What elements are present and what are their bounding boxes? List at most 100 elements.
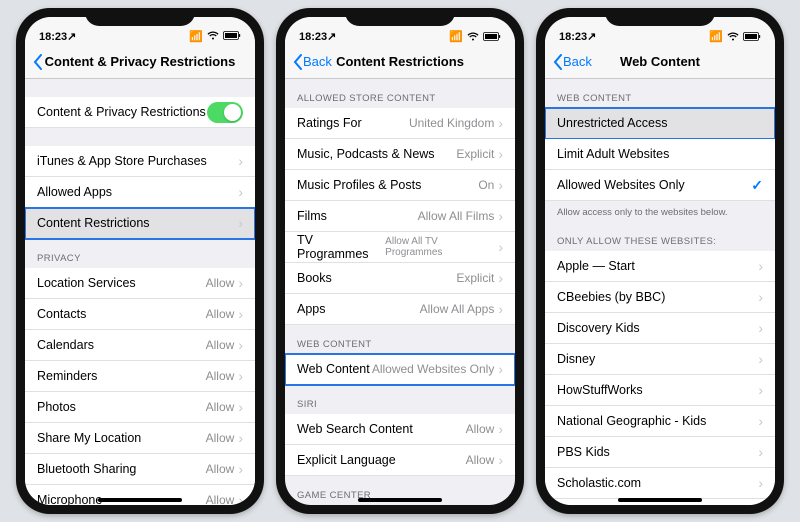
- back-label: Back: [563, 54, 592, 69]
- status-icons: 📶: [189, 30, 241, 43]
- option-limit-adult[interactable]: Limit Adult Websites: [545, 139, 775, 170]
- row-location-services[interactable]: Location ServicesAllow›: [25, 268, 255, 299]
- chevron-right-icon: ›: [498, 302, 503, 316]
- location-icon: ↗: [67, 31, 76, 43]
- row-films[interactable]: FilmsAllow All Films›: [285, 201, 515, 232]
- section-header-wc: WEB CONTENT: [545, 79, 775, 108]
- phone-frame-3: 18:23↗ 📶 Back Web Content WEB CONTENT Un…: [536, 8, 784, 514]
- battery-icon: [743, 32, 761, 41]
- content: Content & Privacy Restrictions iTunes & …: [25, 79, 255, 505]
- site-row[interactable]: Apple — Start›: [545, 251, 775, 282]
- chevron-right-icon: ›: [238, 493, 243, 505]
- section-header-privacy: PRIVACY: [25, 239, 255, 268]
- site-row[interactable]: Discovery Kids›: [545, 313, 775, 344]
- row-apps[interactable]: AppsAllow All Apps›: [285, 294, 515, 325]
- wifi-icon: [727, 32, 739, 41]
- nav-title: Content & Privacy Restrictions: [25, 54, 255, 69]
- chevron-right-icon: ›: [238, 431, 243, 445]
- signal-icon: 📶: [709, 30, 723, 43]
- wifi-icon: [207, 31, 219, 43]
- chevron-right-icon: ›: [238, 307, 243, 321]
- row-microphone[interactable]: MicrophoneAllow›: [25, 485, 255, 505]
- chevron-right-icon: ›: [238, 185, 243, 199]
- back-button[interactable]: Back: [293, 54, 332, 70]
- chevron-right-icon: ›: [238, 462, 243, 476]
- chevron-right-icon: ›: [498, 209, 503, 223]
- screen-2: 18:23↗ 📶 Back Content Restrictions ALLOW…: [285, 17, 515, 505]
- row-label: Content & Privacy Restrictions: [37, 105, 206, 119]
- section-header-store: ALLOWED STORE CONTENT: [285, 79, 515, 108]
- chevron-left-icon: [553, 54, 563, 70]
- row-itunes-purchases[interactable]: iTunes & App Store Purchases›: [25, 146, 255, 177]
- row-share-location[interactable]: Share My LocationAllow›: [25, 423, 255, 454]
- row-ratings-for[interactable]: Ratings ForUnited Kingdom›: [285, 108, 515, 139]
- back-button[interactable]: [33, 54, 43, 70]
- checkmark-icon: ✓: [751, 177, 763, 194]
- chevron-right-icon: ›: [498, 147, 503, 161]
- wifi-icon: [467, 32, 479, 41]
- row-reminders[interactable]: RemindersAllow›: [25, 361, 255, 392]
- chevron-right-icon: ›: [238, 400, 243, 414]
- chevron-left-icon: [293, 54, 303, 70]
- notch: [605, 8, 715, 26]
- home-indicator[interactable]: [358, 498, 442, 502]
- screen-3: 18:23↗ 📶 Back Web Content WEB CONTENT Un…: [545, 17, 775, 505]
- notch: [345, 8, 455, 26]
- site-row[interactable]: CBeebies (by BBC)›: [545, 282, 775, 313]
- section-header-allow: ONLY ALLOW THESE WEBSITES:: [545, 222, 775, 251]
- row-explicit-lang[interactable]: Explicit LanguageAllow›: [285, 445, 515, 476]
- chevron-right-icon: ›: [498, 271, 503, 285]
- nav-bar: Content & Privacy Restrictions: [25, 45, 255, 79]
- row-photos[interactable]: PhotosAllow›: [25, 392, 255, 423]
- chevron-right-icon: ›: [238, 338, 243, 352]
- signal-icon: 📶: [189, 30, 203, 43]
- chevron-right-icon: ›: [238, 369, 243, 383]
- chevron-right-icon: ›: [758, 321, 763, 335]
- row-web-search[interactable]: Web Search ContentAllow›: [285, 414, 515, 445]
- row-music-profiles[interactable]: Music Profiles & PostsOn›: [285, 170, 515, 201]
- site-row[interactable]: National Geographic - Kids›: [545, 406, 775, 437]
- row-contacts[interactable]: ContactsAllow›: [25, 299, 255, 330]
- chevron-right-icon: ›: [758, 290, 763, 304]
- back-label: Back: [303, 54, 332, 69]
- toggle-row-restrictions[interactable]: Content & Privacy Restrictions: [25, 97, 255, 128]
- option-allowed-only[interactable]: Allowed Websites Only✓: [545, 170, 775, 201]
- chevron-right-icon: ›: [758, 352, 763, 366]
- status-time: 18:23: [39, 31, 67, 43]
- chevron-right-icon: ›: [498, 240, 503, 254]
- home-indicator[interactable]: [98, 498, 182, 502]
- chevron-right-icon: ›: [498, 178, 503, 192]
- section-header-siri: SIRI: [285, 385, 515, 414]
- content: ALLOWED STORE CONTENT Ratings ForUnited …: [285, 79, 515, 505]
- chevron-right-icon: ›: [498, 453, 503, 467]
- chevron-right-icon: ›: [758, 383, 763, 397]
- section-footer: Allow access only to the websites below.: [545, 201, 775, 222]
- screen-1: 18:23↗ 📶 Content & Privacy Restrictions …: [25, 17, 255, 505]
- content: WEB CONTENT Unrestricted Access Limit Ad…: [545, 79, 775, 505]
- row-tv[interactable]: TV ProgrammesAllow All TV Programmes›: [285, 232, 515, 263]
- row-content-restrictions[interactable]: Content Restrictions›: [25, 208, 255, 239]
- site-row[interactable]: Disney›: [545, 344, 775, 375]
- battery-icon: [483, 32, 501, 41]
- site-row[interactable]: PBS Kids›: [545, 437, 775, 468]
- chevron-right-icon: ›: [758, 259, 763, 273]
- row-web-content[interactable]: Web ContentAllowed Websites Only›: [285, 354, 515, 385]
- row-calendars[interactable]: CalendarsAllow›: [25, 330, 255, 361]
- phone-frame-2: 18:23↗ 📶 Back Content Restrictions ALLOW…: [276, 8, 524, 514]
- site-row[interactable]: Scholastic.com›: [545, 468, 775, 499]
- home-indicator[interactable]: [618, 498, 702, 502]
- site-row[interactable]: HowStuffWorks›: [545, 375, 775, 406]
- chevron-right-icon: ›: [238, 154, 243, 168]
- row-books[interactable]: BooksExplicit›: [285, 263, 515, 294]
- signal-icon: 📶: [449, 30, 463, 43]
- toggle-on[interactable]: [207, 102, 243, 123]
- nav-bar: Back Content Restrictions: [285, 45, 515, 79]
- chevron-left-icon: [33, 54, 43, 70]
- row-allowed-apps[interactable]: Allowed Apps›: [25, 177, 255, 208]
- back-button[interactable]: Back: [553, 54, 592, 70]
- chevron-right-icon: ›: [498, 422, 503, 436]
- chevron-right-icon: ›: [758, 445, 763, 459]
- row-music-podcasts[interactable]: Music, Podcasts & NewsExplicit›: [285, 139, 515, 170]
- row-bluetooth[interactable]: Bluetooth SharingAllow›: [25, 454, 255, 485]
- option-unrestricted[interactable]: Unrestricted Access: [545, 108, 775, 139]
